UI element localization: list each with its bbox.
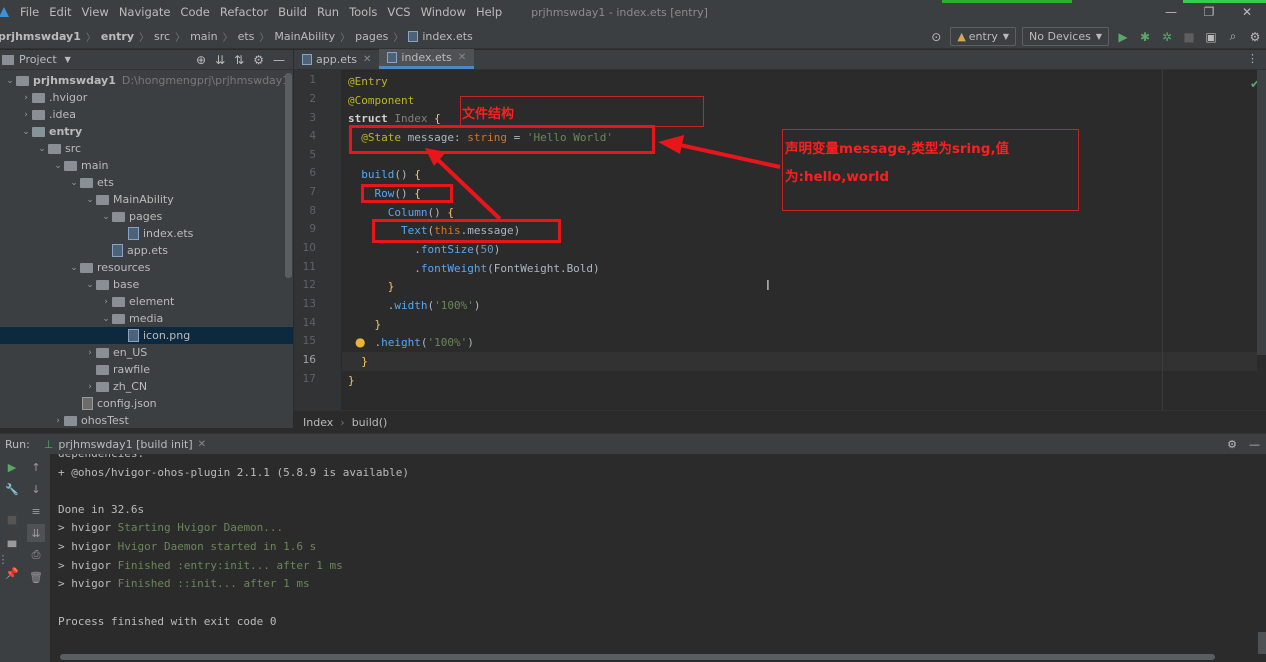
run-label: Run: <box>5 437 30 451</box>
stop-icon[interactable]: ■ <box>3 510 21 528</box>
console-line: > hvigor Starting Hvigor Daemon... <box>58 519 283 537</box>
settings-icon[interactable]: ⚙ <box>1227 438 1237 451</box>
console-vertical-scrollbar[interactable] <box>1258 632 1266 654</box>
console-green-text: Finished :entry:init... after 1 ms <box>117 559 343 572</box>
console-prefix: > hvigor <box>58 559 118 572</box>
console-line: Done in 32.6s <box>58 503 145 516</box>
console-prefix: > hvigor <box>58 577 118 590</box>
soft-wrap-icon[interactable]: ≡ <box>27 502 45 520</box>
run-tab[interactable]: prjhmswday1 [build init] <box>58 438 192 451</box>
down-arrow-icon[interactable]: ↓ <box>27 480 45 498</box>
console-green-text: Finished ::init... after 1 ms <box>117 577 310 590</box>
console-prefix: > hvigor <box>58 521 118 534</box>
trash-icon[interactable]: 🗑 <box>27 568 45 586</box>
console-line: + @ohos/hvigor-ohos-plugin 2.1.1 (5.8.9 … <box>58 466 409 479</box>
hide-icon[interactable]: — <box>1249 438 1260 451</box>
close-tab-icon[interactable]: ✕ <box>198 439 206 450</box>
console-line: > hvigor Finished :entry:init... after 1… <box>58 557 343 575</box>
print-icon[interactable]: ⎙ <box>27 546 45 564</box>
console-scrollbar[interactable] <box>60 654 1215 660</box>
run-panel-header: Run: ⊥ prjhmswday1 [build init] ✕ ⚙ — <box>0 433 1266 454</box>
console-green-text: Starting Hvigor Daemon... <box>117 521 284 534</box>
console-line: Process finished with exit code 0 <box>58 615 277 628</box>
console-green-text: Hvigor Daemon started in 1.6 s <box>117 540 317 553</box>
build-icon: ⊥ <box>43 437 54 451</box>
console-prefix: > hvigor <box>58 540 118 553</box>
rerun-icon[interactable]: ▶ <box>3 458 21 476</box>
up-arrow-icon[interactable]: ↑ <box>27 458 45 476</box>
wrench-icon[interactable]: 🔧 <box>3 480 21 498</box>
console-line: > hvigor Hvigor Daemon started in 1.6 s <box>58 538 316 556</box>
run-console[interactable]: dependencies: + @ohos/hvigor-ohos-plugin… <box>50 454 1266 662</box>
arrow-head-icon <box>658 135 684 154</box>
arrow-line <box>434 156 502 221</box>
console-line: > hvigor Finished ::init... after 1 ms <box>58 575 310 593</box>
run-side-toolbar: ▶ 🔧 ■ ▀ ⋮ 📌 ↑ ↓ ≡ ⇊ ⎙ 🗑 <box>0 454 50 662</box>
console-line: dependencies: <box>58 454 144 463</box>
arrow-line <box>679 143 781 169</box>
scroll-to-end-icon[interactable]: ⇊ <box>27 524 45 542</box>
pin-icon[interactable]: 📌 <box>3 564 21 582</box>
